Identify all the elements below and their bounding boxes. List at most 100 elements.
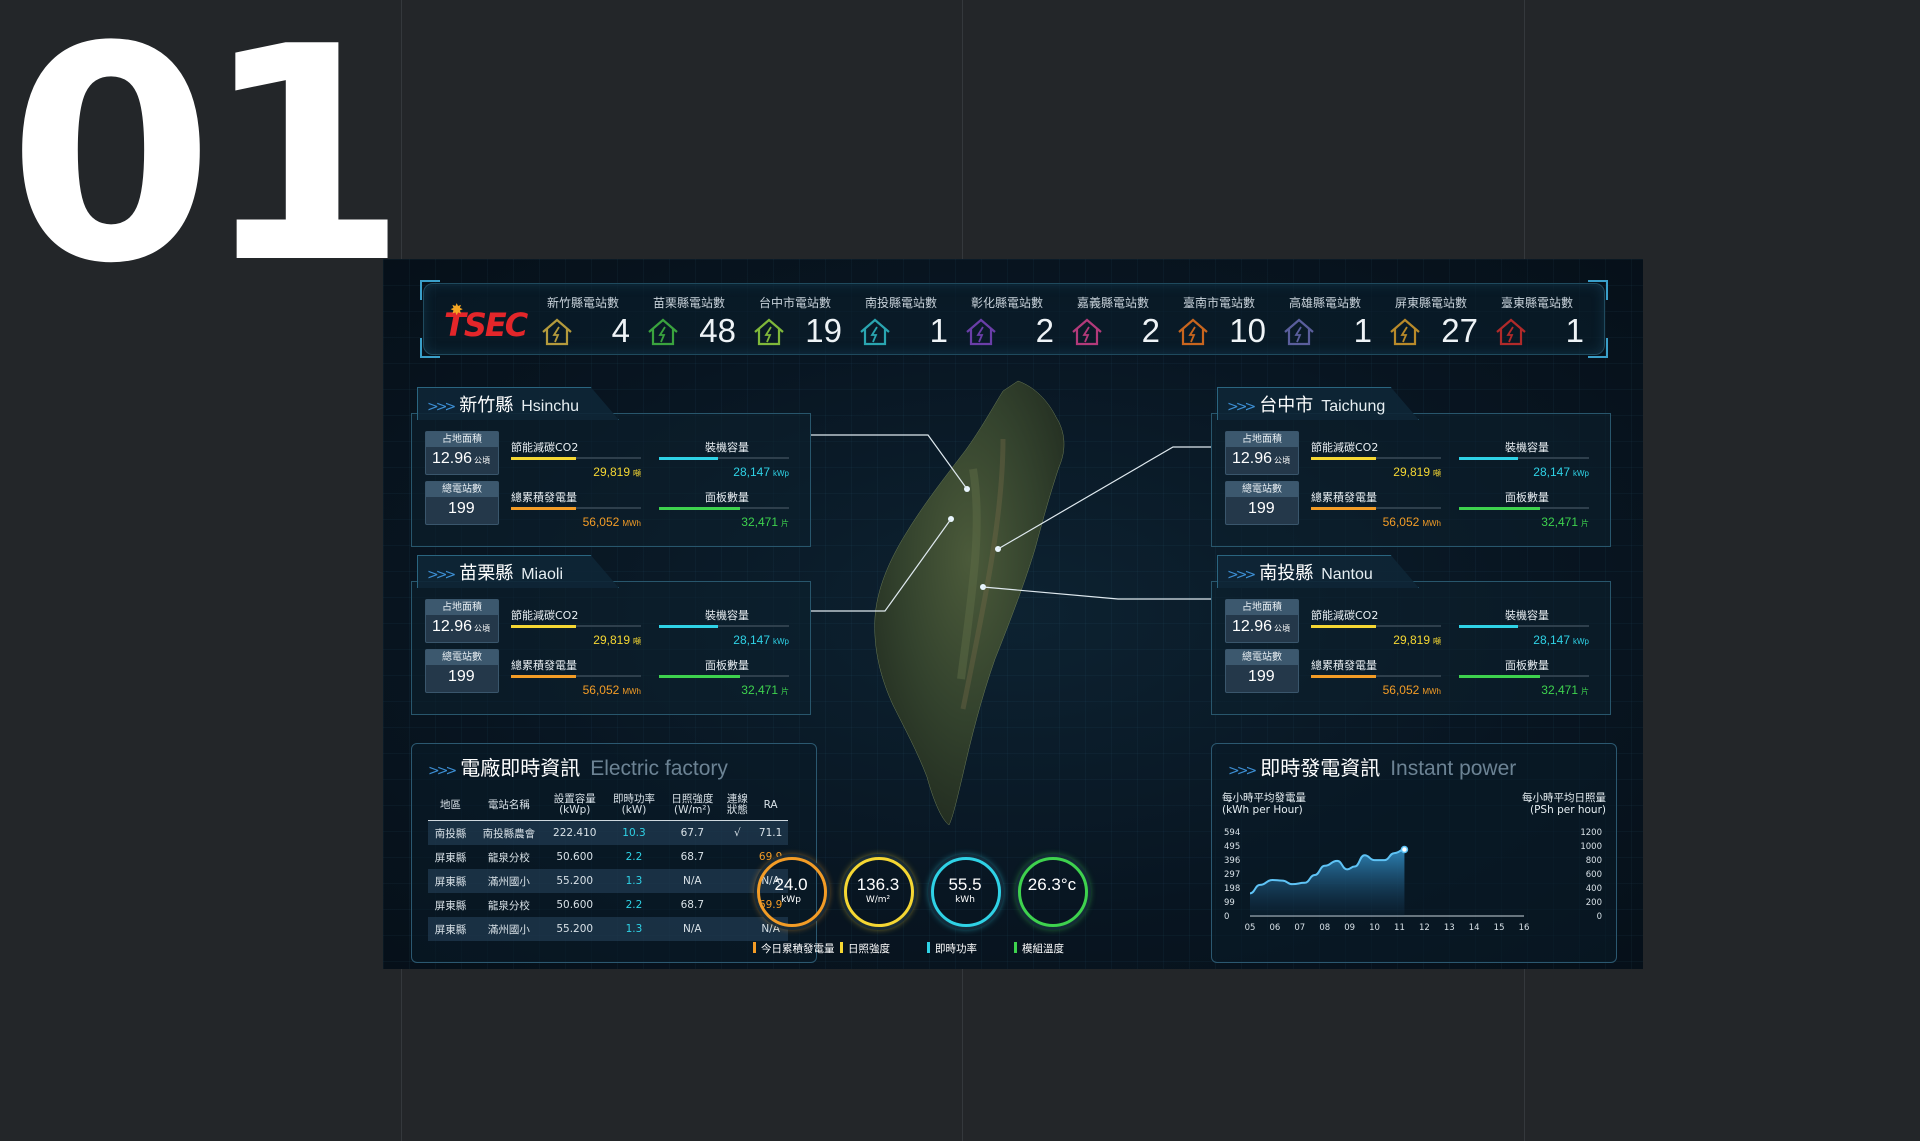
station-count-3: 南投縣電站數 1 [848, 292, 954, 352]
station-count-value: 48 [699, 312, 736, 349]
station-count-label: 南投縣電站數 [864, 296, 937, 310]
box-value: 199 [1248, 500, 1275, 518]
station-count-value: 2 [1141, 312, 1160, 349]
metric-bar-fill [659, 625, 718, 628]
house-solar-icon [648, 318, 678, 346]
factory-col-header[interactable]: 地區 [428, 792, 474, 821]
metric-value: 56,052 MWh [1383, 683, 1441, 697]
region-name-en: Taichung [1321, 398, 1386, 415]
box-number: 199 [448, 500, 475, 517]
station-count-value: 27 [1441, 312, 1478, 349]
box-label: 總電站數 [1226, 650, 1298, 665]
metric-unit: 噸 [633, 469, 641, 478]
factory-cell: 50.600 [556, 851, 594, 863]
region-name-en: Hsinchu [521, 398, 580, 415]
metric-number: 29,819 [1393, 465, 1430, 479]
power-last-point[interactable] [1400, 845, 1409, 854]
box-number: 12.96 [1232, 450, 1273, 467]
factory-cell: 屏東縣 [434, 851, 467, 864]
station-count-box: 總電站數 199 [1225, 649, 1299, 693]
factory-col-header[interactable]: RA [753, 792, 788, 821]
factory-col-header[interactable]: 電站名稱 [473, 792, 545, 821]
gauge-marker [927, 942, 930, 953]
region-panel-taichung[interactable]: >>> 台中市 Taichung 占地面積 12.96 公頃 總電站數 199 節能減碳CO2 2… [1211, 387, 1611, 547]
station-count-label: 苗栗縣電站數 [652, 296, 725, 310]
metric-number: 28,147 [733, 465, 770, 479]
metric-gen: 總累積發電量 56,052 MWh [511, 657, 641, 701]
gauge-label-text: 日照強度 [848, 943, 890, 955]
metric-bar [1459, 457, 1589, 460]
region-panel-miaoli[interactable]: >>> 苗栗縣 Miaoli 占地面積 12.96 公頃 總電站數 199 節能減碳CO2 29,… [411, 555, 811, 715]
x-tick: 08 [1319, 923, 1330, 933]
left-axis-label: 每小時平均發電量 (kWh per Hour) [1222, 792, 1306, 816]
box-value: 199 [1248, 668, 1275, 686]
station-count-label: 臺南市電站數 [1182, 296, 1255, 310]
metric-unit: 噸 [1433, 469, 1441, 478]
y-left-tick: 396 [1224, 856, 1240, 866]
factory-row[interactable]: 屏東縣 龍泉分校 50.600 2.2 68.7 69.9 [428, 893, 788, 917]
metric-cap: 裝機容量 28,147 kWp [659, 439, 789, 483]
x-tick: 05 [1245, 923, 1256, 933]
station-count-value: 4 [611, 312, 630, 349]
area-box: 占地面積 12.96 公頃 [425, 599, 499, 643]
metric-number: 32,471 [741, 683, 778, 697]
factory-col-header[interactable]: 日照強度 (W/m²) [663, 792, 722, 821]
gauge-1: 136.3 W/m² 日照強度 [840, 857, 920, 957]
station-count-2: 台中市電站數 19 [742, 292, 848, 352]
factory-row[interactable]: 南投縣 南投縣農會 222.410 10.3 67.7 √ 71.1 [428, 820, 788, 845]
metric-unit: 片 [1581, 687, 1589, 696]
metric-unit: 噸 [1433, 637, 1441, 646]
header-text: (W/m²) [674, 804, 711, 816]
y-right-tick: 0 [1597, 912, 1602, 922]
gauge-marker [1014, 942, 1017, 953]
factory-cell [722, 893, 754, 917]
metric-value: 28,147 kWp [1533, 465, 1589, 479]
region-name-zh: 苗栗縣 [459, 563, 514, 584]
factory-cell: 屏東縣 [434, 899, 467, 912]
region-panel-nantou[interactable]: >>> 南投縣 Nantou 占地面積 12.96 公頃 總電站數 199 節能減碳CO2 29,… [1211, 555, 1611, 715]
factory-row[interactable]: 屏東縣 滿州國小 55.200 1.3 N/A N/A [428, 869, 788, 893]
slide-number: 01 [8, 0, 408, 328]
box-number: 12.96 [432, 450, 473, 467]
factory-cell: √ [721, 820, 754, 845]
metric-bar-fill [659, 457, 718, 460]
metric-label: 面板數量 [1505, 491, 1549, 504]
box-unit: 公頃 [474, 624, 491, 633]
metric-gen: 總累積發電量 56,052 MWh [511, 489, 641, 533]
region-name-zh: 新竹縣 [459, 395, 514, 416]
metric-bar [511, 625, 641, 628]
factory-col-header[interactable]: 設置容量 (kWp) [544, 792, 605, 821]
factory-cell: 55.200 [544, 917, 605, 941]
factory-row[interactable]: 屏東縣 龍泉分校 50.600 2.2 68.7 69.9 [428, 845, 788, 869]
metric-bar [659, 457, 789, 460]
house-solar-icon [1496, 318, 1526, 346]
metric-panels: 面板數量 32,471 片 [1459, 489, 1589, 533]
metric-number: 29,819 [593, 633, 630, 647]
x-tick: 06 [1269, 923, 1280, 933]
metric-number: 29,819 [1393, 633, 1430, 647]
metric-bar [511, 507, 641, 510]
header-text: RA [763, 798, 778, 811]
region-panel-hsinchu[interactable]: >>> 新竹縣 Hsinchu 占地面積 12.96 公頃 總電站數 199 節能減碳CO2 29… [411, 387, 811, 547]
gauge-2: 55.5 kWh 即時功率 [927, 857, 1007, 957]
factory-cell: 68.7 [680, 899, 705, 911]
metric-cap: 裝機容量 28,147 kWp [659, 607, 789, 651]
metric-label: 面板數量 [705, 491, 749, 504]
station-count-label: 臺東縣電站數 [1500, 296, 1573, 310]
metric-value: 29,819 噸 [593, 633, 641, 647]
metric-label: 總累積發電量 [511, 659, 577, 672]
y-right-tick: 600 [1586, 870, 1602, 880]
metric-unit: kWp [773, 637, 789, 646]
metric-bar [1311, 675, 1441, 678]
factory-row[interactable]: 屏東縣 滿州國小 55.200 1.3 N/A N/A [428, 917, 788, 941]
metric-panels: 面板數量 32,471 片 [659, 489, 789, 533]
metric-gen: 總累積發電量 56,052 MWh [1311, 489, 1441, 533]
gauge-3: 26.3°c 模組溫度 [1014, 857, 1094, 957]
metric-bar-fill [1311, 507, 1376, 510]
y-left-tick: 99 [1224, 898, 1235, 908]
metric-value: 29,819 噸 [1393, 465, 1441, 479]
factory-col-header[interactable]: 連線 狀態 [721, 792, 754, 821]
box-number: 199 [448, 668, 475, 685]
box-value: 12.96 公頃 [1232, 618, 1290, 636]
factory-col-header[interactable]: 即時功率 (kW) [604, 792, 664, 821]
